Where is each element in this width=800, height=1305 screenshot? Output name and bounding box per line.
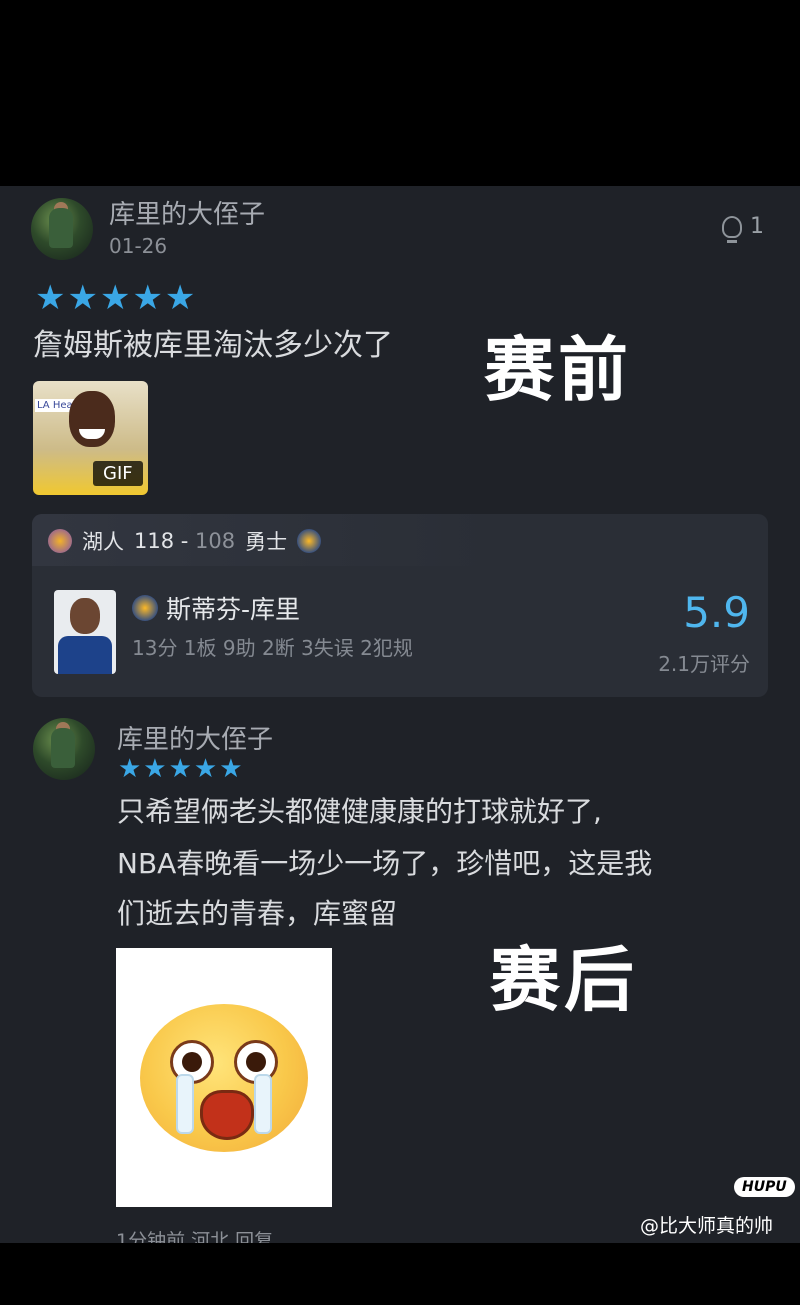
lightbulb-icon	[722, 215, 742, 243]
comment-text-line3: 们逝去的青春，库蜜留	[117, 897, 398, 930]
team2-name: 勇士	[245, 530, 288, 554]
player-rating: 5.9	[683, 588, 750, 637]
gif-badge: GIF	[93, 461, 143, 486]
username[interactable]: 库里的大侄子	[109, 194, 265, 231]
crying-face-icon	[140, 1004, 308, 1152]
watermark-text: @比大师真的帅	[640, 1215, 774, 1237]
comment-text: 詹姆斯被库里淘汰多少次了	[33, 328, 393, 363]
team1-name: 湖人	[82, 530, 124, 554]
warriors-logo-icon	[132, 595, 158, 621]
like-count: 1	[750, 214, 764, 239]
comment-footer[interactable]: 1分钟前 河北 回复	[116, 1226, 273, 1243]
comment-text-line1: 只希望俩老头都健健康康的打球就好了,	[117, 795, 602, 828]
player-photo	[54, 590, 116, 674]
rating-stars: ★★★★★	[35, 278, 198, 318]
comment-text-line2: NBA春晚看一场少一场了，珍惜吧，这是我	[117, 847, 653, 880]
hupu-logo: HUPU	[734, 1177, 795, 1197]
overlay-label-before: 赛前	[484, 329, 632, 411]
like-button[interactable]: 1	[722, 214, 764, 243]
player-rating-card[interactable]: 湖人 118 - 108 勇士 斯蒂芬-库里 13分 1板 9助 2断 3失误 …	[32, 514, 768, 697]
game-score[interactable]: 湖人 118 - 108 勇士	[48, 526, 322, 556]
comment-date: 01-26	[109, 234, 168, 258]
rating-stars: ★★★★★	[118, 754, 245, 784]
player-stats: 13分 1板 9助 2断 3失误 2犯规	[132, 636, 413, 660]
user-avatar[interactable]	[33, 718, 95, 780]
warriors-logo-icon	[297, 529, 322, 553]
username[interactable]: 库里的大侄子	[117, 719, 273, 756]
gif-image[interactable]: LA Health GIF	[33, 381, 148, 495]
player-name-row[interactable]: 斯蒂芬-库里	[132, 590, 300, 626]
lakers-logo-icon	[48, 529, 72, 553]
score-separator: -	[174, 529, 196, 553]
player-name: 斯蒂芬-库里	[166, 595, 301, 624]
comment-screen: 库里的大侄子 01-26 1 ★★★★★ 詹姆斯被库里淘汰多少次了 赛前 LA …	[0, 186, 800, 1243]
crying-emoji-sticker[interactable]	[116, 948, 332, 1207]
team2-score: 108	[195, 529, 236, 553]
overlay-label-after: 赛后	[490, 939, 638, 1021]
rating-count: 2.1万评分	[658, 652, 750, 676]
user-avatar[interactable]	[31, 198, 93, 260]
team1-score: 118	[134, 529, 175, 553]
